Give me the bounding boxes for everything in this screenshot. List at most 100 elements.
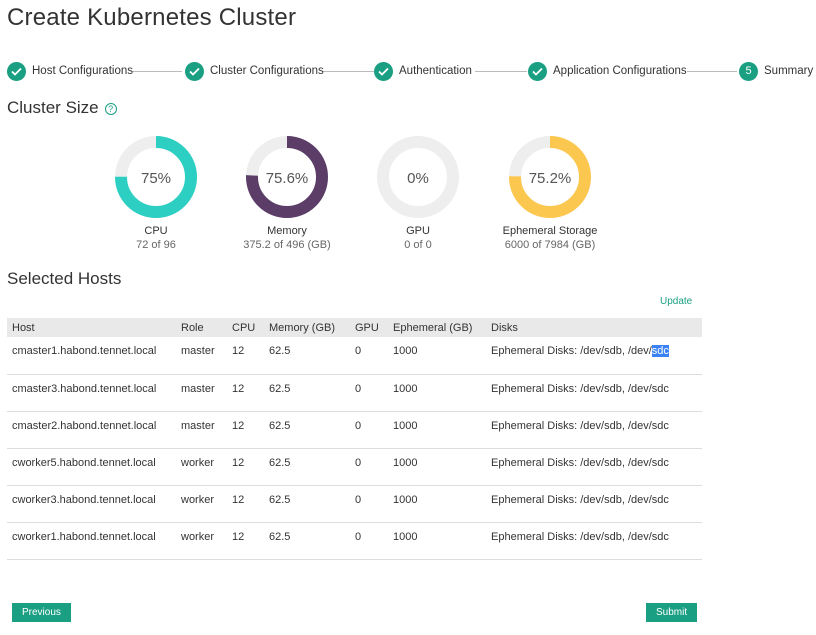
column-header-cpu[interactable]: CPU — [227, 318, 264, 337]
check-icon — [374, 61, 393, 81]
table-header-row: Host Role CPU Memory (GB) GPU Ephemeral … — [7, 318, 702, 337]
check-icon — [528, 61, 547, 81]
cell-cpu: 12 — [227, 411, 264, 449]
gpu-gauge: 0% GPU 0 of 0 — [358, 135, 478, 251]
memory-gauge: 75.6% Memory 375.2 of 496 (GB) — [227, 135, 347, 251]
text-selection-highlight: sdc — [651, 345, 669, 357]
memory-donut: 75.6% — [246, 136, 328, 218]
hosts-table: Host Role CPU Memory (GB) GPU Ephemeral … — [7, 318, 702, 560]
step-connector — [322, 71, 374, 72]
cell-role: master — [176, 374, 227, 412]
cell-memory: 62.5 — [264, 522, 350, 560]
gauge-sub: 72 of 96 — [136, 239, 176, 251]
cpu-gauge: 75% CPU 72 of 96 — [96, 135, 216, 251]
cell-ephemeral: 1000 — [388, 337, 486, 375]
cell-memory: 62.5 — [264, 337, 350, 375]
disks-text: Ephemeral Disks: /dev/sdb, /dev/ — [491, 345, 652, 357]
table-row[interactable]: cworker3.habond.tennet.local worker 12 62.5… — [7, 485, 702, 523]
cell-disks: Ephemeral Disks: /dev/sdb, /dev/sdc — [486, 411, 702, 449]
step-host-configurations[interactable]: Host Configurations — [7, 60, 133, 82]
gauge-value: 0% — [407, 170, 429, 187]
cell-disks: Ephemeral Disks: /dev/sdb, /dev/sdc — [486, 337, 702, 375]
step-number: 5 — [739, 61, 758, 81]
gauge-value: 75% — [141, 170, 171, 187]
step-label: Cluster Configurations — [210, 65, 324, 77]
help-icon[interactable]: ? — [104, 102, 117, 115]
step-cluster-configurations[interactable]: Cluster Configurations — [185, 60, 324, 82]
step-label: Host Configurations — [32, 65, 133, 77]
cluster-size-title: Cluster Size — [7, 98, 99, 117]
check-icon — [185, 61, 204, 81]
step-summary[interactable]: 5 Summary — [739, 60, 813, 82]
column-header-ephemeral[interactable]: Ephemeral (GB) — [388, 318, 486, 337]
cell-gpu: 0 — [350, 337, 388, 375]
cell-ephemeral: 1000 — [388, 374, 486, 412]
cell-gpu: 0 — [350, 448, 388, 486]
step-connector — [687, 71, 737, 72]
submit-button[interactable]: Submit — [646, 603, 698, 622]
cell-role: worker — [176, 522, 227, 560]
cell-host: cworker3.habond.tennet.local — [7, 485, 176, 523]
cell-role: master — [176, 337, 227, 375]
cell-ephemeral: 1000 — [388, 411, 486, 449]
cell-gpu: 0 — [350, 411, 388, 449]
cpu-donut: 75% — [115, 136, 197, 218]
gauge-label: Memory — [267, 225, 307, 237]
cell-cpu: 12 — [227, 337, 264, 375]
wizard-stepper: Host Configurations Cluster Configuratio… — [7, 60, 813, 82]
cell-cpu: 12 — [227, 522, 264, 560]
cell-gpu: 0 — [350, 485, 388, 523]
step-authentication[interactable]: Authentication — [374, 60, 472, 82]
gauge-label: Ephemeral Storage — [502, 225, 598, 237]
gauge-sub: 0 of 0 — [404, 239, 432, 251]
gauge-value: 75.6% — [266, 170, 309, 187]
cell-disks: Ephemeral Disks: /dev/sdb, /dev/sdc — [486, 448, 702, 486]
check-icon — [7, 61, 26, 81]
selected-hosts-title: Selected Hosts — [7, 269, 122, 288]
column-header-role[interactable]: Role — [176, 318, 227, 337]
previous-button[interactable]: Previous — [12, 603, 71, 622]
column-header-gpu[interactable]: GPU — [350, 318, 388, 337]
cell-cpu: 12 — [227, 485, 264, 523]
cell-cpu: 12 — [227, 448, 264, 486]
step-label: Authentication — [399, 65, 472, 77]
step-application-configurations[interactable]: Application Configurations — [528, 60, 687, 82]
column-header-memory[interactable]: Memory (GB) — [264, 318, 350, 337]
cell-host: cworker5.habond.tennet.local — [7, 448, 176, 486]
cell-role: master — [176, 411, 227, 449]
cell-disks: Ephemeral Disks: /dev/sdb, /dev/sdc — [486, 485, 702, 523]
gpu-donut: 0% — [377, 136, 459, 218]
step-label: Application Configurations — [553, 65, 687, 77]
ephemeral-storage-donut: 75.2% — [509, 136, 591, 218]
table-row[interactable]: cworker1.habond.tennet.local worker 12 62.5… — [7, 522, 702, 560]
cell-role: worker — [176, 448, 227, 486]
column-header-disks[interactable]: Disks — [486, 318, 702, 337]
table-row[interactable]: cmaster2.habond.tennet.local master 12 62.5… — [7, 411, 702, 449]
step-connector — [475, 71, 527, 72]
cell-gpu: 0 — [350, 374, 388, 412]
cell-ephemeral: 1000 — [388, 485, 486, 523]
table-row[interactable]: cmaster1.habond.tennet.local master 12 62.5… — [7, 337, 702, 375]
cluster-size-heading: Cluster Size? — [7, 98, 117, 118]
table-row[interactable]: cmaster3.habond.tennet.local master 12 62.5… — [7, 374, 702, 412]
gauge-label: CPU — [144, 225, 168, 237]
table-row[interactable]: cworker5.habond.tennet.local worker 12 62.5… — [7, 448, 702, 486]
cell-memory: 62.5 — [264, 448, 350, 486]
gauge-sub: 375.2 of 496 (GB) — [243, 239, 331, 251]
step-connector — [132, 71, 182, 72]
cell-role: worker — [176, 485, 227, 523]
column-header-host[interactable]: Host — [7, 318, 176, 337]
cell-ephemeral: 1000 — [388, 448, 486, 486]
cell-disks: Ephemeral Disks: /dev/sdb, /dev/sdc — [486, 522, 702, 560]
cell-host: cmaster1.habond.tennet.local — [7, 337, 176, 375]
cell-gpu: 0 — [350, 522, 388, 560]
cell-memory: 62.5 — [264, 374, 350, 412]
cell-memory: 62.5 — [264, 485, 350, 523]
cell-host: cmaster2.habond.tennet.local — [7, 411, 176, 449]
update-link[interactable]: Update — [660, 296, 692, 307]
cell-ephemeral: 1000 — [388, 522, 486, 560]
gauge-value: 75.2% — [529, 170, 572, 187]
cell-cpu: 12 — [227, 374, 264, 412]
page-title: Create Kubernetes Cluster — [7, 4, 297, 31]
step-label: Summary — [764, 65, 814, 77]
